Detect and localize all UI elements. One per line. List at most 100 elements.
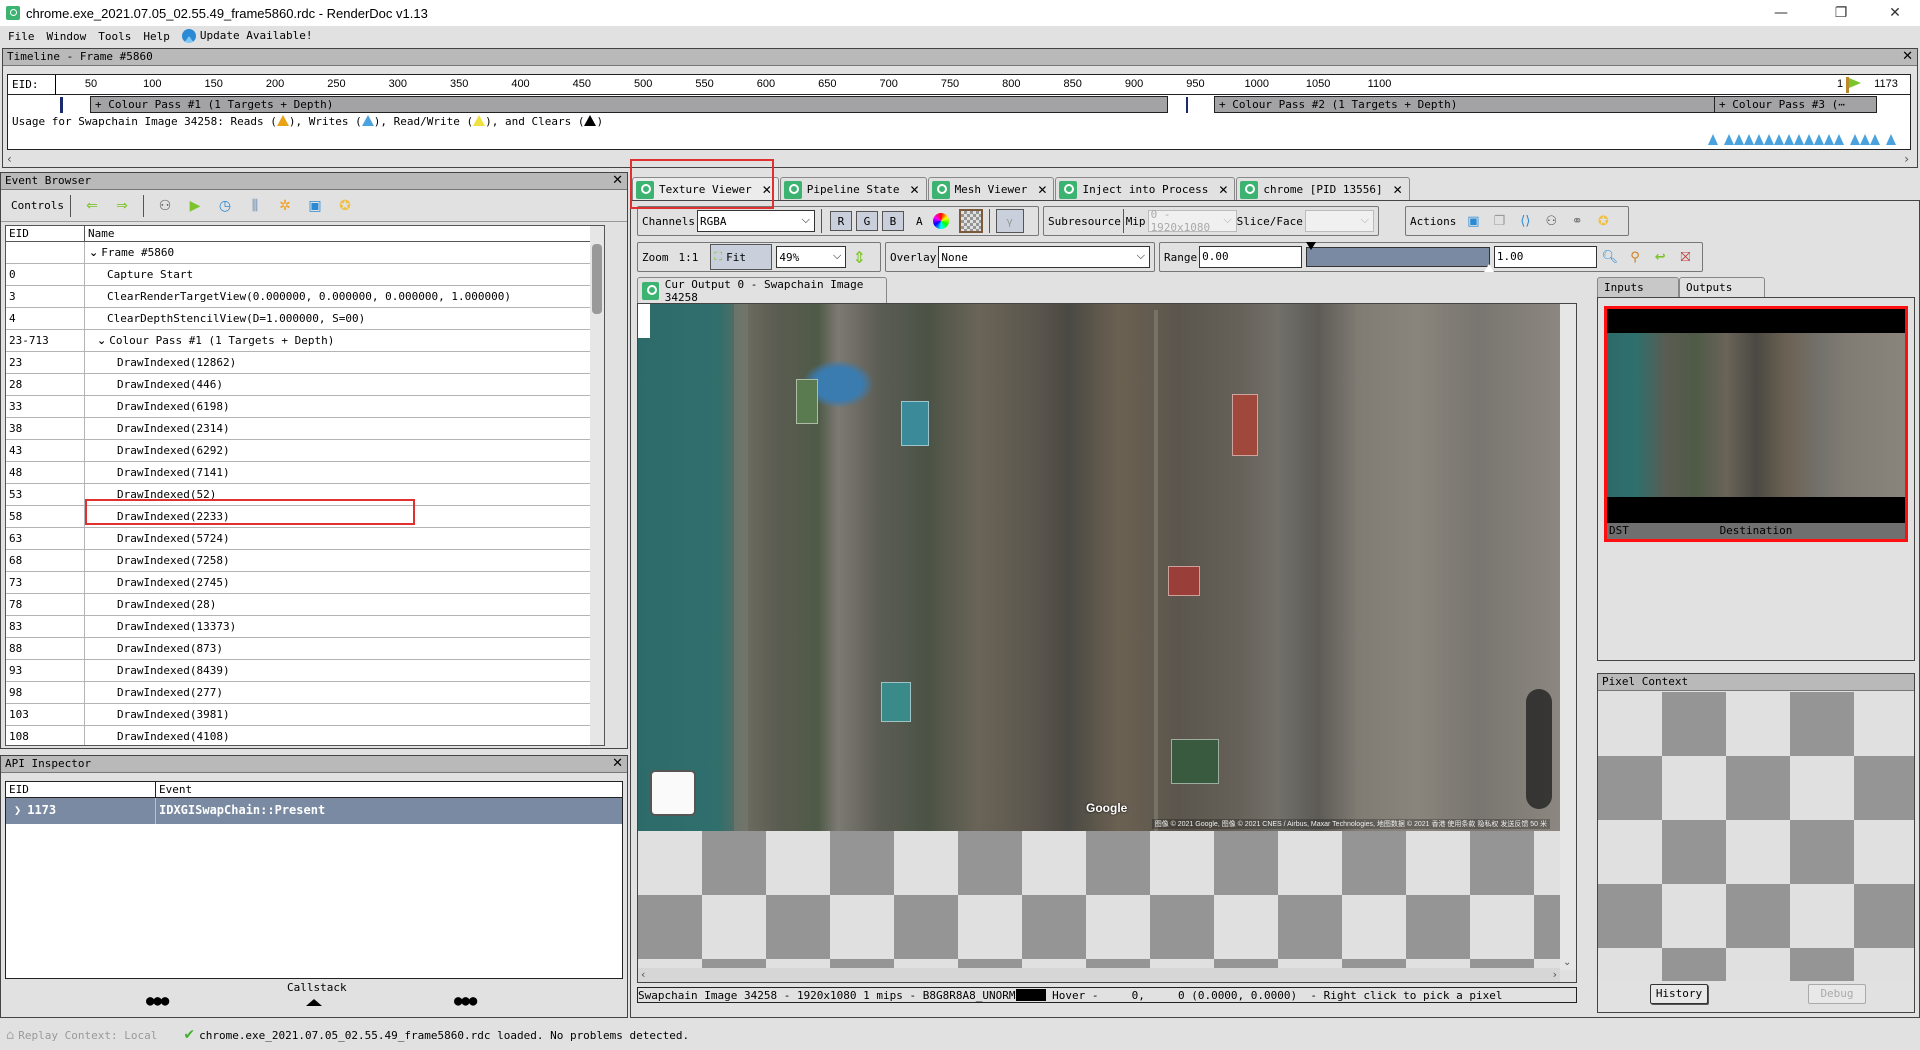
minimize-button[interactable]: —	[1758, 0, 1804, 26]
event-row[interactable]: 73 DrawIndexed(2745)	[6, 572, 604, 594]
overlay-dropdown[interactable]: None ⌵	[938, 246, 1150, 268]
column-eid[interactable]: EID	[6, 226, 85, 241]
event-row[interactable]: 83 DrawIndexed(13373)	[6, 616, 604, 638]
callstack-splitter[interactable]: ●●● Callstack ●●●	[1, 981, 627, 1017]
tab-texture-viewer[interactable]: Texture Viewer ✕	[632, 177, 779, 201]
event-row[interactable]: 93 DrawIndexed(8439)	[6, 660, 604, 682]
zoom-range-magnifier-icon[interactable]: 🔍︎	[1601, 248, 1619, 266]
write-usage-marker-icon[interactable]	[1754, 134, 1764, 145]
next-arrow-icon[interactable]: ⇒	[113, 197, 131, 215]
scrollbar-thumb[interactable]	[592, 244, 602, 314]
close-icon[interactable]: ✕	[762, 183, 772, 197]
output-tab[interactable]: Cur Output 0 - Swapchain Image 34258	[637, 277, 887, 304]
event-row[interactable]: 23 DrawIndexed(12862)	[6, 352, 604, 374]
map-side-toggle[interactable]	[638, 304, 650, 338]
write-usage-marker-icon[interactable]	[1850, 134, 1860, 145]
close-icon[interactable]: ✕	[1037, 183, 1047, 197]
channel-a-toggle[interactable]: A	[916, 215, 923, 228]
fit-button[interactable]: ⛶ Fit	[710, 244, 773, 270]
column-event[interactable]: Event	[156, 782, 192, 797]
zoom-1to1-button[interactable]: 1:1	[679, 251, 699, 264]
extension-puzzle-icon[interactable]: ✪	[336, 197, 354, 215]
maximize-button[interactable]: ❐	[1818, 0, 1864, 26]
write-usage-marker-icon[interactable]	[1824, 134, 1834, 145]
export-save-icon[interactable]: ▣	[306, 197, 324, 215]
write-usage-marker-icon[interactable]	[1764, 134, 1774, 145]
close-icon[interactable]: ✕	[612, 173, 623, 189]
write-usage-marker-icon[interactable]	[1724, 134, 1734, 145]
channel-b-toggle[interactable]: B	[881, 211, 904, 231]
timing-clock-icon[interactable]: ◷	[216, 197, 234, 215]
debug-button[interactable]: Debug	[1808, 984, 1866, 1004]
close-icon[interactable]: ✕	[1902, 49, 1913, 65]
timeline-scrollbar[interactable]: ‹ ›	[7, 152, 1911, 166]
event-row[interactable]: 4 ClearDepthStencilView(D=1.000000, S=00)	[6, 308, 604, 330]
menu-help[interactable]: Help	[143, 30, 170, 43]
expand-up-icon[interactable]	[306, 999, 322, 1006]
previous-arrow-icon[interactable]: ⇐	[83, 197, 101, 215]
texture-canvas[interactable]: Google 图像 © 2021 Google, 图像 © 2021 CNES …	[637, 303, 1577, 983]
event-row[interactable]: 68 DrawIndexed(7258)	[6, 550, 604, 572]
write-usage-marker-icon[interactable]	[1804, 134, 1814, 145]
expand-chevron-icon[interactable]: ❯	[14, 803, 21, 817]
histogram-icon[interactable]: ⛝	[1677, 248, 1694, 266]
tab-inject-into-process[interactable]: Inject into Process ✕	[1055, 177, 1236, 201]
timeline-pass-1[interactable]: + Colour Pass #1 (1 Targets + Depth)	[90, 96, 1168, 113]
map-navigation-control[interactable]	[1526, 689, 1552, 809]
replay-context-label[interactable]: Replay Context: Local	[18, 1029, 157, 1042]
range-slider[interactable]	[1306, 242, 1494, 272]
close-icon[interactable]: ✕	[1218, 183, 1228, 197]
tab-chrome-pid-13556[interactable]: chrome [PID 13556] ✕	[1236, 177, 1410, 201]
range-min-input[interactable]: 0.00	[1199, 246, 1303, 268]
checkerboard-toggle-icon[interactable]	[958, 209, 983, 233]
event-row[interactable]: 48 DrawIndexed(7141)	[6, 462, 604, 484]
tab-mesh-viewer[interactable]: Mesh Viewer ✕	[927, 177, 1055, 201]
expand-all-icon[interactable]: ✲	[276, 197, 294, 215]
extension-puzzle-icon[interactable]: ✪	[1594, 212, 1612, 230]
link-icon[interactable]: ⚭	[1568, 212, 1586, 230]
write-usage-marker-icon[interactable]	[1860, 134, 1870, 145]
auto-fit-wand-icon[interactable]: ⚲	[1626, 248, 1643, 266]
range-max-input[interactable]: 1.00	[1493, 246, 1598, 268]
history-button[interactable]: History	[1650, 984, 1708, 1004]
save-texture-icon[interactable]: ▣	[1464, 212, 1482, 230]
texture-vscrollbar[interactable]: ⌄	[1560, 304, 1576, 970]
event-row[interactable]: 63 DrawIndexed(5724)	[6, 528, 604, 550]
find-binoculars-icon[interactable]: ⚇	[156, 197, 174, 215]
channel-r-toggle[interactable]: R	[829, 211, 852, 231]
event-row[interactable]: 53 DrawIndexed(52)	[6, 484, 604, 506]
write-usage-marker-icon[interactable]	[1814, 134, 1824, 145]
event-row[interactable]: 78 DrawIndexed(28)	[6, 594, 604, 616]
event-row[interactable]: 3 ClearRenderTargetView(0.000000, 0.00000…	[6, 286, 604, 308]
range-min-handle[interactable]	[1306, 242, 1317, 250]
event-row[interactable]: 98 DrawIndexed(277)	[6, 682, 604, 704]
write-usage-marker-icon[interactable]	[1774, 134, 1784, 145]
swapchain-image[interactable]: Google 图像 © 2021 Google, 图像 © 2021 CNES …	[638, 304, 1560, 831]
write-usage-marker-icon[interactable]	[1708, 134, 1718, 145]
timeline-pass-3[interactable]: + Colour Pass #3 (⋯	[1714, 96, 1877, 113]
column-eid[interactable]: EID	[6, 782, 156, 797]
close-icon[interactable]: ✕	[1393, 183, 1403, 197]
texture-hscrollbar[interactable]: ‹ ›	[638, 968, 1560, 982]
menu-tools[interactable]: Tools	[98, 30, 131, 43]
event-row[interactable]: 33 DrawIndexed(6198)	[6, 396, 604, 418]
event-row[interactable]: 38 DrawIndexed(2314)	[6, 418, 604, 440]
close-icon[interactable]: ✕	[612, 756, 623, 772]
event-row-selected[interactable]: 23-713 ⌄ Colour Pass #1 (1 Targets + Depth…	[6, 330, 604, 352]
write-usage-marker-icon[interactable]	[1734, 134, 1744, 145]
output-thumbnail[interactable]: DST Destination	[1604, 306, 1908, 542]
event-row[interactable]: 108 DrawIndexed(4108)	[6, 726, 604, 745]
tab-pipeline-state[interactable]: Pipeline State ✕	[779, 177, 927, 201]
color-wheel-icon[interactable]	[932, 213, 949, 229]
map-layer-thumbnail[interactable]	[650, 770, 696, 816]
event-row[interactable]: 43 DrawIndexed(6292)	[6, 440, 604, 462]
event-row[interactable]: 0 Capture Start	[6, 264, 604, 286]
slice-dropdown[interactable]: ⌵	[1304, 210, 1374, 232]
tab-outputs[interactable]: Outputs	[1679, 277, 1765, 297]
flip-vertical-icon[interactable]: ⇕	[850, 248, 868, 267]
timeline-view[interactable]: EID: 50 100 150 200 250 300 350 400 450 500 550 600…	[7, 74, 1911, 150]
event-row[interactable]: 58 DrawIndexed(2233)	[6, 506, 604, 528]
write-usage-marker-icon[interactable]	[1744, 134, 1754, 145]
mip-dropdown[interactable]: 0 - 1920x1080 ⌵	[1147, 208, 1237, 234]
range-max-handle[interactable]	[1483, 264, 1494, 272]
